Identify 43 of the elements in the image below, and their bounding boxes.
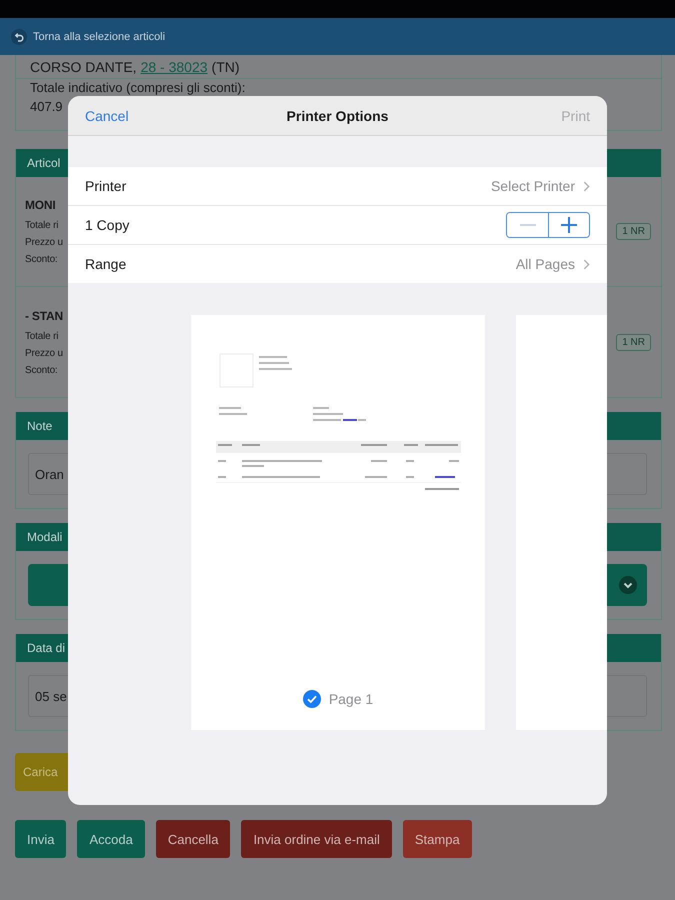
undo-icon [11, 28, 27, 44]
page-label: Page 1 [328, 691, 374, 707]
plus-icon [561, 217, 577, 233]
address-text: CORSO DANTE, [30, 58, 137, 74]
option-label: 1 Copy [85, 217, 130, 233]
article-detail: Prezzo u [25, 348, 63, 358]
page-preview[interactable]: Page 1 [191, 315, 485, 730]
dialog-title: Printer Options [286, 108, 388, 124]
chevron-down-icon [619, 576, 637, 594]
quantity-badge: 1 NR [616, 334, 651, 350]
load-button[interactable]: Carica [15, 753, 68, 791]
plus-button[interactable] [548, 213, 589, 237]
chevron-right-icon [583, 258, 590, 270]
article-detail: Prezzo u [25, 237, 63, 248]
section-title: Modali [27, 530, 62, 544]
article-detail: Totale ri [25, 330, 58, 342]
action-button[interactable]: Invia ordine via e-mail [241, 820, 392, 858]
back-link[interactable]: Torna alla selezione articoli [11, 28, 166, 44]
chevron-right-icon [583, 180, 590, 192]
cancel-button[interactable]: Cancel [85, 108, 129, 124]
section-title: Data di [27, 641, 66, 655]
article-name: MONI [25, 198, 56, 212]
action-button[interactable]: Cancella [156, 820, 230, 858]
section-title: Note [27, 419, 52, 433]
total-label: Totale indicativo (compresi gli sconti): [30, 80, 246, 95]
option-value[interactable]: All Pages [516, 256, 575, 272]
option-value[interactable]: Select Printer [490, 178, 575, 194]
copies-stepper[interactable] [506, 212, 590, 238]
article-detail: Sconto: [25, 364, 58, 376]
action-button[interactable]: Invia [15, 820, 66, 858]
option-label: Printer [85, 178, 128, 194]
article-detail: Sconto: [25, 254, 58, 265]
action-button[interactable]: Stampa [402, 820, 472, 858]
action-button[interactable]: Accoda [77, 820, 145, 858]
option-label: Range [85, 256, 128, 272]
article-name: - STAN [25, 308, 63, 322]
quantity-badge: 1 NR [616, 223, 651, 240]
address-link[interactable]: 28 - 38023 [140, 58, 208, 74]
total-value: 407.9 [30, 99, 63, 114]
section-title: Articol [27, 156, 60, 170]
province-text: (TN) [212, 58, 240, 74]
article-detail: Totale ri [25, 220, 58, 231]
minus-icon [520, 224, 536, 226]
